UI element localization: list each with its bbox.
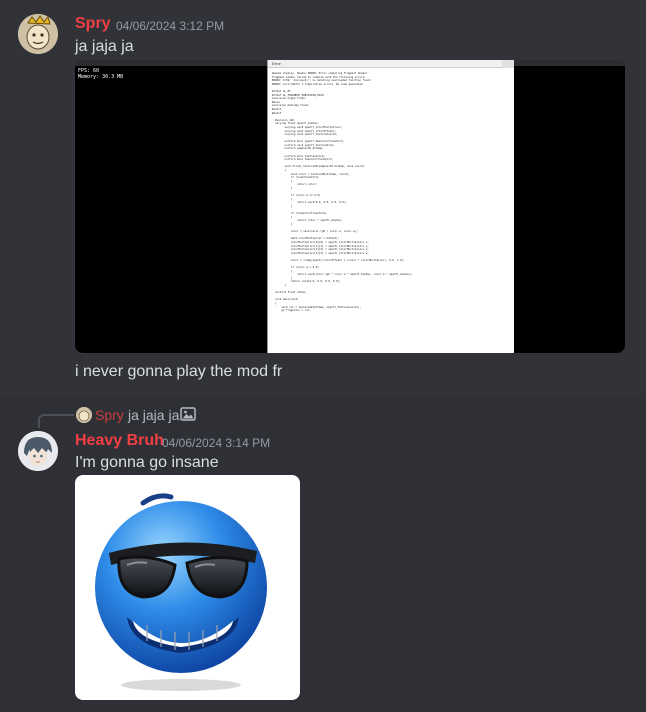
- code-line: gl_FragColor = col;: [272, 309, 312, 313]
- message-timestamp: 04/06/2024 3:12 PM: [116, 19, 225, 33]
- close-icon: [502, 60, 514, 68]
- error-dialog: Error OpenGL display. Header ERROR: Erro…: [267, 60, 514, 353]
- cool-emoji-image: [95, 493, 267, 691]
- fps-counter: FPS: 60 Memory: 30.3 MB: [78, 68, 123, 80]
- reply-spine: [38, 414, 74, 428]
- author-name[interactable]: Heavy Bruh: [75, 432, 164, 450]
- reply-content[interactable]: ja jaja ja: [128, 407, 179, 423]
- message-1: Spry 04/06/2024 3:12 PM ja jaja ja FPS: …: [0, 0, 646, 390]
- image-icon: [180, 406, 196, 422]
- reply-avatar-image: [76, 407, 92, 423]
- image-attachment-emoji[interactable]: [75, 475, 300, 700]
- memory-line: Memory: 30.3 MB: [78, 74, 124, 80]
- author-name[interactable]: Spry: [75, 15, 111, 33]
- message-content: I'm gonna go insane: [75, 454, 219, 471]
- message-timestamp: 04/06/2024 3:14 PM: [162, 436, 271, 450]
- image-attachment-screenshot[interactable]: FPS: 60 Memory: 30.3 MB Error OpenGL dis…: [75, 60, 625, 353]
- message-2: Spry ja jaja ja Heavy Bruh 04/06/2024 3:…: [0, 398, 646, 712]
- message-followup: i never gonna play the mod fr: [75, 363, 283, 380]
- shader-error-code: OpenGL display. Header ERROR: Error comp…: [272, 72, 508, 313]
- reply-author[interactable]: Spry: [95, 407, 124, 423]
- avatar-spry[interactable]: [18, 14, 58, 54]
- reply-avatar: [76, 407, 92, 423]
- avatar-heavy-bruh[interactable]: [18, 431, 58, 471]
- message-content: ja jaja ja: [75, 38, 134, 55]
- error-dialog-title: Error: [268, 60, 514, 68]
- avatar-image: [18, 14, 58, 54]
- avatar-image: [18, 431, 58, 471]
